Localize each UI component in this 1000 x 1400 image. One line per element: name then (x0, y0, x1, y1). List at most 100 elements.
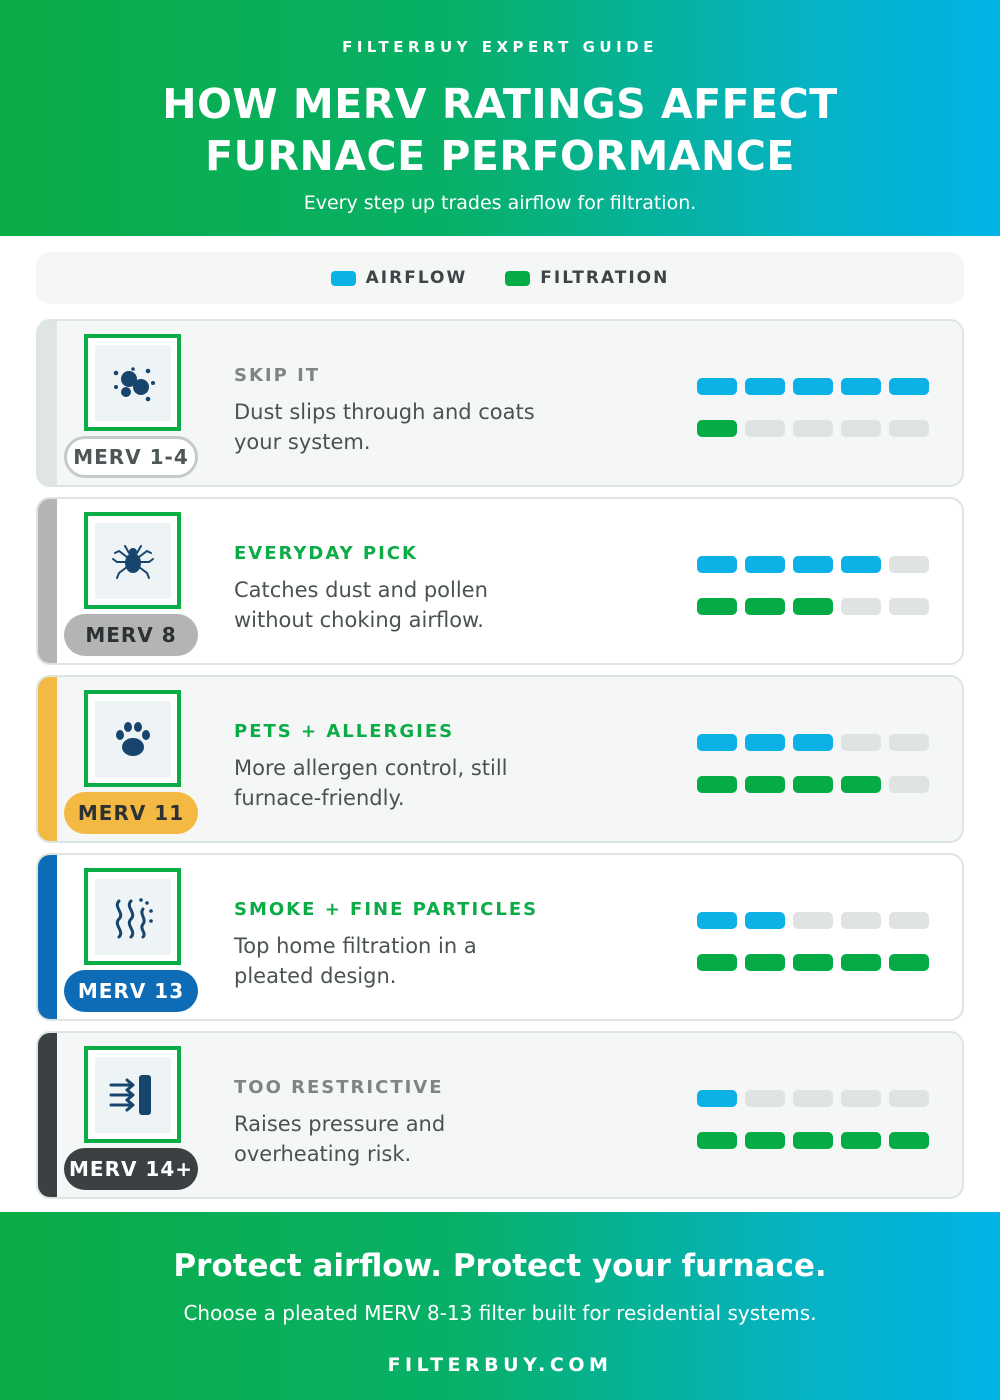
merv-card-8: MERV 8 EVERYDAY PICK Catches dust and po… (36, 497, 964, 665)
airflow-segment (841, 378, 881, 395)
filtration-segment (745, 776, 785, 793)
filtration-meter (697, 598, 929, 615)
page-title-line-1: HOW MERV RATINGS AFFECT (162, 80, 838, 128)
airflow-segment (889, 378, 929, 395)
filtration-segment (793, 776, 833, 793)
legend-filtration: FILTRATION (505, 268, 669, 288)
merv-card-1-4: MERV 1-4 SKIP IT Dust slips through and … (36, 319, 964, 487)
card-description: Catches dust and pollen without choking … (234, 578, 488, 632)
airflow-segment (745, 378, 785, 395)
filtration-segment (889, 420, 929, 437)
footer-subline: Choose a pleated MERV 8-13 filter built … (183, 1301, 817, 1325)
filtration-segment (745, 420, 785, 437)
card-label: SMOKE + FINE PARTICLES (234, 899, 539, 920)
filtration-swatch (505, 270, 531, 286)
header-subtitle: Every step up trades airflow for filtrat… (303, 192, 697, 214)
legend-filtration-label: FILTRATION (540, 268, 670, 288)
filtration-segment (745, 598, 785, 615)
airflow-meter (697, 1090, 929, 1107)
card-accent-stripe (38, 677, 57, 841)
legend: AIRFLOW FILTRATION (36, 252, 964, 304)
footer-headline: Protect airflow. Protect your furnace. (173, 1248, 827, 1284)
card-label: SKIP IT (234, 365, 321, 386)
airflow-segment (793, 1090, 833, 1107)
airflow-segment (697, 556, 737, 573)
merv-badge: MERV 1-4 (64, 436, 198, 478)
footer-url-link[interactable]: FILTERBUY.COM (0, 1354, 1000, 1376)
airflow-segment (745, 1090, 785, 1107)
header-banner: FILTERBUY EXPERT GUIDE HOW MERV RATINGS … (0, 0, 1000, 236)
legend-airflow-label: AIRFLOW (365, 268, 468, 288)
airflow-meter (697, 912, 929, 929)
filtration-segment (841, 1132, 881, 1149)
filtration-segment (745, 1132, 785, 1149)
airflow-segment (889, 912, 929, 929)
card-description: Top home filtration in a pleated design. (234, 934, 477, 988)
merv-card-14-plus: MERV 14+ TOO RESTRICTIVE Raises pressure… (36, 1031, 964, 1199)
airflow-segment (841, 912, 881, 929)
airflow-segment (841, 1090, 881, 1107)
dust-mite-icon (94, 522, 171, 599)
airflow-swatch (330, 270, 356, 286)
card-icon-frame (84, 690, 181, 787)
merv-card-11: MERV 11 PETS + ALLERGIES More allergen c… (36, 675, 964, 843)
airflow-segment (889, 734, 929, 751)
filtration-segment (889, 954, 929, 971)
blocked-airflow-icon (94, 1056, 171, 1133)
airflow-segment (697, 1090, 737, 1107)
card-icon-frame (84, 868, 181, 965)
merv-badge: MERV 14+ (64, 1148, 198, 1190)
airflow-segment (793, 734, 833, 751)
airflow-meter (697, 556, 929, 573)
filtration-meter (697, 1132, 929, 1149)
dust-particles-icon (94, 344, 171, 421)
airflow-segment (745, 734, 785, 751)
smoke-wisps-icon (94, 878, 171, 955)
filtration-segment (841, 598, 881, 615)
merv-badge: MERV 8 (64, 614, 198, 656)
airflow-segment (793, 556, 833, 573)
filtration-meter (697, 420, 929, 437)
airflow-meter (697, 378, 929, 395)
filtration-segment (697, 420, 737, 437)
filtration-segment (841, 776, 881, 793)
merv-badge: MERV 11 (64, 792, 198, 834)
filtration-segment (697, 776, 737, 793)
card-icon-frame (84, 1046, 181, 1143)
filtration-segment (793, 954, 833, 971)
airflow-segment (697, 734, 737, 751)
card-label: PETS + ALLERGIES (234, 721, 455, 742)
airflow-segment (841, 556, 881, 573)
filtration-segment (697, 1132, 737, 1149)
card-description: Raises pressure and overheating risk. (234, 1112, 446, 1166)
airflow-segment (697, 912, 737, 929)
filtration-segment (889, 776, 929, 793)
filtration-segment (697, 598, 737, 615)
merv-card-13: MERV 13 SMOKE + FINE PARTICLES Top home … (36, 853, 964, 1021)
filtration-segment (889, 598, 929, 615)
filtration-segment (745, 954, 785, 971)
card-description: Dust slips through and coats your system… (234, 400, 535, 454)
card-label: TOO RESTRICTIVE (234, 1077, 444, 1098)
filtration-segment (793, 420, 833, 437)
card-accent-stripe (38, 499, 57, 663)
page-title: HOW MERV RATINGS AFFECT FURNACE PERFORMA… (0, 78, 1000, 182)
filtration-meter (697, 776, 929, 793)
card-icon-frame (84, 512, 181, 609)
card-accent-stripe (38, 1033, 57, 1197)
airflow-meter (697, 734, 929, 751)
merv-badge: MERV 13 (64, 970, 198, 1012)
airflow-segment (697, 378, 737, 395)
filtration-segment (889, 1132, 929, 1149)
page-title-line-2: FURNACE PERFORMANCE (205, 132, 795, 180)
legend-airflow: AIRFLOW (330, 268, 468, 288)
footer-banner: Protect airflow. Protect your furnace. C… (0, 1212, 1000, 1400)
airflow-segment (841, 734, 881, 751)
airflow-segment (793, 912, 833, 929)
filtration-segment (841, 420, 881, 437)
airflow-segment (745, 556, 785, 573)
header-kicker: FILTERBUY EXPERT GUIDE (342, 38, 658, 56)
paw-print-icon (94, 700, 171, 777)
card-accent-stripe (38, 321, 57, 485)
card-accent-stripe (38, 855, 57, 1019)
